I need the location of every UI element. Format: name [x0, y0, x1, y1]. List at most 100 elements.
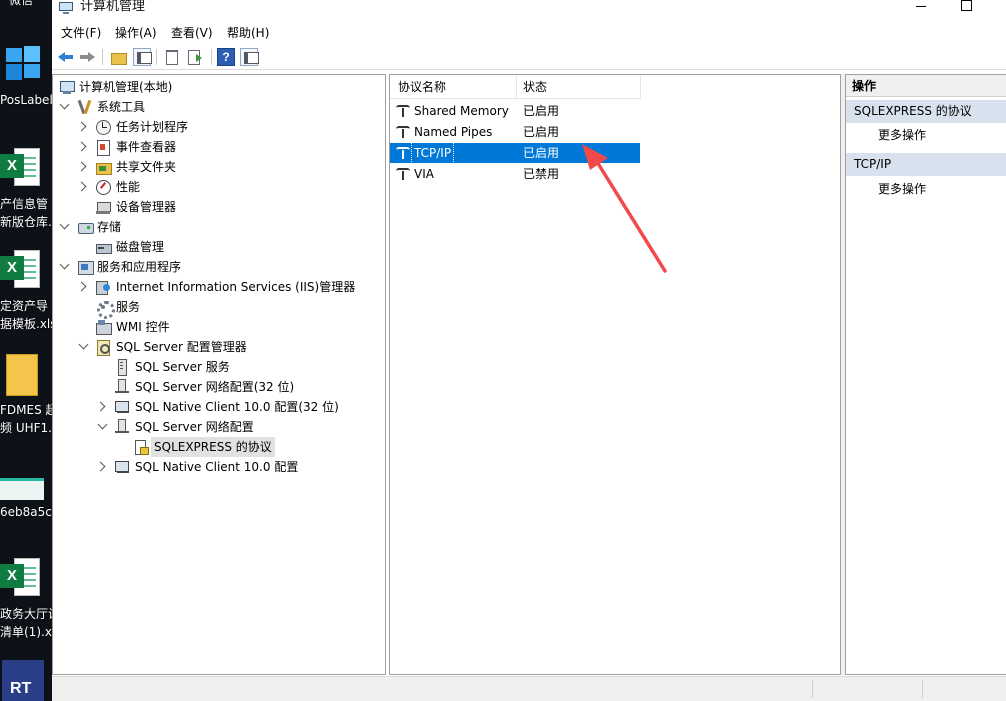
- services-apps-icon: [77, 259, 94, 275]
- column-divider[interactable]: [516, 75, 517, 99]
- action-section-sqlexpress-protocols[interactable]: SQLEXPRESS 的协议: [846, 100, 1006, 123]
- chevron-right-icon[interactable]: [76, 181, 87, 192]
- window-title: 计算机管理: [80, 0, 146, 14]
- protocol-name-cell: Shared Memory: [414, 104, 509, 118]
- minimize-button[interactable]: [912, 0, 932, 12]
- chevron-down-icon[interactable]: [97, 419, 108, 430]
- up-folder-icon[interactable]: [109, 48, 127, 66]
- tree-node-label: 共享文件夹: [116, 160, 177, 174]
- action-more-actions[interactable]: 更多操作: [878, 125, 926, 145]
- iis-icon: [95, 279, 111, 295]
- tree-node-label: 服务和应用程序: [97, 260, 182, 274]
- protocol-status-cell: 已启用: [523, 104, 560, 118]
- native-client-icon: [114, 459, 130, 475]
- forward-arrow-icon[interactable]: [78, 48, 96, 66]
- action-section-tcpip[interactable]: TCP/IP: [846, 153, 1006, 176]
- help-icon[interactable]: ?: [217, 48, 235, 66]
- title-bar[interactable]: 计算机管理: [52, 0, 1006, 22]
- event-log-icon: [95, 139, 111, 156]
- chevron-down-icon[interactable]: [59, 99, 70, 110]
- protocol-plug-icon: [396, 167, 412, 181]
- chevron-right-icon[interactable]: [76, 281, 87, 292]
- tree-node-label: 性能: [116, 180, 141, 194]
- properties-icon[interactable]: [162, 48, 180, 66]
- desktop-icon-poslabel[interactable]: PosLabel: [0, 40, 52, 110]
- table-row[interactable]: VIA 已禁用: [390, 164, 640, 184]
- menu-file[interactable]: 文件(F): [61, 25, 101, 41]
- menu-action[interactable]: 操作(A): [115, 25, 157, 41]
- protocol-list[interactable]: 协议名称 状态 Shared Memory 已启用 Named Pipes 已启…: [389, 74, 841, 675]
- table-row[interactable]: Named Pipes 已启用: [390, 122, 640, 142]
- sql-service-icon: [114, 359, 130, 376]
- chevron-right-icon[interactable]: [76, 121, 87, 132]
- tree-node-label: 磁盘管理: [116, 240, 165, 254]
- tree-node-label: SQL Native Client 10.0 配置(32 位): [135, 400, 339, 414]
- rt-app-icon: RT: [2, 660, 44, 701]
- status-bar: [52, 676, 1006, 701]
- action-more-actions[interactable]: 更多操作: [878, 179, 926, 199]
- status-bar-divider: [922, 680, 923, 698]
- back-arrow-icon[interactable]: [57, 48, 75, 66]
- network-config-icon: [114, 419, 130, 435]
- console-tree[interactable]: 计算机管理(本地) 系统工具 任务计划程序 事件查看器 共享文件夹 性能 设备管…: [52, 74, 386, 675]
- native-client-icon: [114, 399, 130, 415]
- table-row-selected[interactable]: TCP/IP 已启用: [390, 142, 640, 164]
- chevron-right-icon[interactable]: [95, 401, 106, 412]
- maximize-button[interactable]: [956, 0, 976, 12]
- chevron-right-icon[interactable]: [95, 461, 106, 472]
- chevron-right-icon[interactable]: [76, 141, 87, 152]
- network-config-icon: [114, 379, 130, 395]
- show-hide-action-pane-icon[interactable]: [240, 48, 259, 66]
- column-divider[interactable]: [640, 75, 641, 99]
- tree-node-label: Internet Information Services (IIS)管理器: [116, 280, 356, 294]
- desktop-icon-label: PosLabel: [0, 93, 52, 107]
- gear-icon: [95, 299, 115, 319]
- excel-file-icon: X: [0, 146, 40, 190]
- table-row[interactable]: Shared Memory 已启用: [390, 101, 640, 121]
- export-list-icon[interactable]: [186, 48, 204, 66]
- device-manager-icon: [95, 199, 111, 215]
- computer-management-icon: [59, 2, 73, 14]
- protocol-status-cell: 已禁用: [523, 167, 560, 181]
- tree-node-label: SQL Server 服务: [135, 360, 230, 374]
- status-bar-divider: [812, 680, 813, 698]
- computer-management-window: 计算机管理 文件(F) 操作(A) 查看(V) 帮助(H) ? 计算机管理(本地…: [52, 0, 1006, 701]
- desktop-icon-excel-2[interactable]: X 定资产导 据模板.xls: [0, 248, 52, 334]
- show-hide-console-tree-icon[interactable]: [133, 48, 152, 66]
- desktop-icon-label: 产信息管: [0, 197, 49, 211]
- desktop-icon-rt[interactable]: RT: [0, 660, 52, 701]
- menu-view[interactable]: 查看(V): [171, 25, 213, 41]
- menu-bar: 文件(F) 操作(A) 查看(V) 帮助(H): [52, 22, 1006, 44]
- clock-icon: [95, 119, 111, 135]
- toolbar: ?: [52, 44, 1006, 70]
- menu-help[interactable]: 帮助(H): [227, 25, 269, 41]
- actions-pane-title: 操作: [846, 75, 1006, 97]
- shared-folder-icon: [95, 159, 112, 175]
- chevron-right-icon[interactable]: [76, 161, 87, 172]
- desktop-icon-folder[interactable]: FDMES 超 频 UHF1.: [0, 352, 52, 438]
- desktop-icon-image[interactable]: 6eb8a5c.: [0, 476, 52, 526]
- chevron-down-icon[interactable]: [78, 339, 89, 350]
- desktop-icon-excel-1[interactable]: X 产信息管 新版仓库.: [0, 146, 52, 232]
- tree-node-label: 服务: [116, 300, 141, 314]
- chevron-down-icon[interactable]: [59, 219, 70, 230]
- computer-icon: [59, 79, 75, 95]
- toolbar-separator: [211, 49, 212, 65]
- chevron-down-icon[interactable]: [59, 259, 70, 270]
- tree-node-label: SQL Server 配置管理器: [116, 340, 247, 354]
- tree-node-label: 计算机管理(本地): [79, 80, 173, 94]
- tree-node-label: 事件查看器: [116, 140, 177, 154]
- tree-node-label: 系统工具: [97, 100, 146, 114]
- protocol-status-cell: 已启用: [523, 125, 560, 139]
- sql-config-icon: [95, 339, 111, 356]
- desktop-icon-label: 频 UHF1.: [0, 421, 52, 435]
- protocol-status-cell: 已启用: [523, 146, 560, 160]
- excel-file-icon: X: [0, 556, 40, 600]
- disk-icon: [95, 239, 112, 255]
- actions-pane: 操作 SQLEXPRESS 的协议 更多操作 TCP/IP 更多操作: [845, 74, 1006, 675]
- column-header-status[interactable]: 状态: [523, 75, 547, 99]
- column-header-protocol-name[interactable]: 协议名称: [398, 75, 446, 99]
- desktop-icon-wechat[interactable]: 微信: [0, 0, 52, 8]
- desktop-icon-excel-3[interactable]: X 政务大厅设 清单(1).xl: [0, 556, 52, 642]
- tools-icon: [77, 99, 93, 115]
